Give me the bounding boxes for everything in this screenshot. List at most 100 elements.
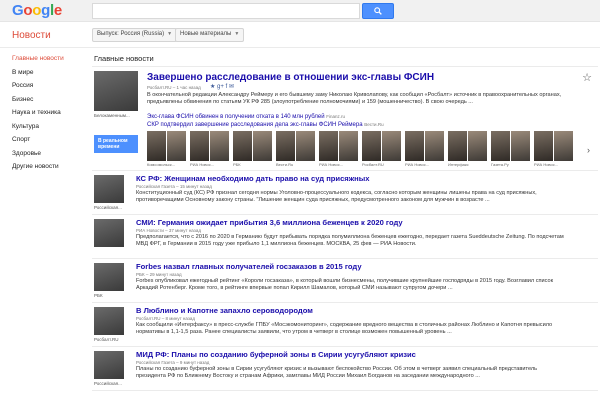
sidebar-item-world[interactable]: В мире: [0, 66, 86, 80]
top-story: Белокаменным... Завершено расследование …: [92, 67, 598, 171]
strip-caption: РИА Новос...: [190, 162, 215, 167]
strip-image[interactable]: [362, 131, 381, 161]
related-link-source: Finanz.ru: [326, 114, 345, 119]
sidebar-item-business[interactable]: Бизнес: [0, 93, 86, 107]
story-snippet: Предполагается, что с 2016 по 2020 в Гер…: [136, 234, 564, 247]
sidebar: Главные новости В мире Россия Бизнес Нау…: [0, 52, 86, 174]
sidebar-item-sport[interactable]: Спорт: [0, 133, 86, 147]
search-button[interactable]: [362, 3, 394, 19]
strip-image[interactable]: [190, 131, 209, 161]
story-title[interactable]: Forbes назвал главных получателей госзак…: [136, 262, 362, 271]
strip-image[interactable]: [511, 131, 530, 161]
related-link-2[interactable]: СКР подтвердил завершение расследования …: [147, 122, 384, 128]
strip-image[interactable]: [339, 131, 358, 161]
top-story-title[interactable]: Завершено расследование в отношении экс-…: [147, 72, 434, 83]
strip-image[interactable]: [425, 131, 444, 161]
story-thumbnail[interactable]: [94, 263, 124, 291]
logo-letter: o: [23, 2, 33, 19]
thumbnail-caption: Белокаменным...: [94, 113, 130, 118]
sidebar-item-other[interactable]: Другие новости: [0, 160, 86, 174]
thumbnail-caption: Российская...: [94, 205, 122, 210]
story-meta: Российская Газета – 15 минут назад: [136, 184, 212, 189]
story-thumbnail[interactable]: [94, 351, 124, 379]
sidebar-item-russia[interactable]: Россия: [0, 79, 86, 93]
sidebar-item-culture[interactable]: Культура: [0, 120, 86, 134]
story-item: Российская... КС РФ: Женщинам необходимо …: [92, 171, 598, 215]
strip-caption: Газета.Ру: [491, 162, 509, 167]
strip-caption: РИА Новос...: [534, 162, 559, 167]
strip-image[interactable]: [382, 131, 401, 161]
realtime-button[interactable]: В реальном времени: [94, 135, 138, 153]
strip-image[interactable]: [147, 131, 166, 161]
strip-caption: Росбалт.RU: [362, 162, 384, 167]
related-link-1[interactable]: Экс-глава ФСИН обвинен в получении откат…: [147, 114, 345, 120]
sub-bar: Новости Выпуск: Россия (Russia) ▼ Новые м…: [0, 22, 600, 48]
story-item: Российская... МИД РФ: Планы по созданию б…: [92, 347, 598, 391]
logo-letter: o: [32, 2, 42, 19]
strip-caption: Интерфакс: [448, 162, 469, 167]
related-link-text: Экс-глава ФСИН обвинен в получении откат…: [147, 114, 325, 120]
strip-image[interactable]: [253, 131, 272, 161]
edition-label: Выпуск: Россия (Russia): [97, 31, 165, 37]
story-thumbnail[interactable]: [94, 307, 124, 335]
strip-image[interactable]: [319, 131, 338, 161]
story-snippet: Конституционный суд (КС) РФ признал сего…: [136, 190, 537, 203]
logo-letter: g: [41, 2, 50, 19]
top-story-meta: Росбалт.RU – 1 час назад: [147, 85, 201, 90]
new-materials-label: Новые материалы: [180, 31, 232, 37]
logo-letter: G: [12, 2, 24, 19]
story-meta: РИА Новости – 37 минут назад: [136, 228, 201, 233]
thumbnail-caption: Росбалт.RU: [94, 337, 119, 342]
strip-caption: РИА Новос...: [405, 162, 430, 167]
star-icon[interactable]: ☆: [582, 71, 592, 84]
logo-letter: e: [53, 2, 62, 19]
story-thumbnail[interactable]: [94, 219, 124, 247]
sidebar-item-health[interactable]: Здоровье: [0, 147, 86, 161]
story-title[interactable]: МИД РФ: Планы по созданию буферной зоны …: [136, 350, 416, 359]
story-item: РБК Forbes назвал главных получателей гос…: [92, 259, 598, 303]
strip-caption: Комсомольск...: [147, 162, 175, 167]
thumbnail-caption: Российская...: [94, 381, 122, 386]
section-title[interactable]: Новости: [12, 30, 51, 41]
strip-image[interactable]: [534, 131, 553, 161]
search-icon: [374, 7, 382, 15]
strip-image[interactable]: [210, 131, 229, 161]
sidebar-item-scitech[interactable]: Наука и техника: [0, 106, 86, 120]
story-list: Российская... КС РФ: Женщинам необходимо …: [92, 171, 598, 391]
new-materials-dropdown[interactable]: Новые материалы ▼: [175, 28, 245, 42]
story-meta: Российская Газета – 9 минут назад: [136, 360, 210, 365]
strip-image[interactable]: [554, 131, 573, 161]
chevron-down-icon: ▼: [167, 31, 173, 37]
story-item: СМИ: Германия ожидает прибытия 3,6 милли…: [92, 215, 598, 259]
strip-caption: РБК: [233, 162, 241, 167]
strip-image[interactable]: [233, 131, 252, 161]
story-meta: РБК – 29 минут назад: [136, 272, 182, 277]
strip-image[interactable]: [405, 131, 424, 161]
related-link-source: Вести.Ru: [364, 122, 384, 127]
story-meta: Росбалт.RU – 8 минут назад: [136, 316, 196, 321]
main-content: Главные новости Белокаменным... Завершен…: [92, 48, 598, 391]
strip-image[interactable]: [491, 131, 510, 161]
story-title[interactable]: КС РФ: Женщинам необходимо дать право на…: [136, 174, 369, 183]
image-strip: Комсомольск... РИА Новос... РБК Вести.Ru РИА…: [147, 131, 577, 169]
top-story-thumbnail[interactable]: [94, 71, 138, 111]
strip-image[interactable]: [167, 131, 186, 161]
chevron-down-icon: ▼: [234, 31, 240, 37]
story-title[interactable]: В Люблино и Капотне запахло сероводородо…: [136, 306, 313, 315]
share-icons[interactable]: ★ g+ f ✉: [210, 83, 234, 90]
main-heading: Главные новости: [92, 48, 598, 67]
strip-caption: РИА Новос...: [319, 162, 344, 167]
search-input[interactable]: [92, 3, 360, 19]
related-link-text: СКР подтвердил завершение расследования …: [147, 122, 363, 128]
edition-dropdown[interactable]: Выпуск: Россия (Russia) ▼: [92, 28, 178, 42]
strip-image[interactable]: [296, 131, 315, 161]
google-logo[interactable]: Google: [12, 2, 62, 19]
story-snippet: Как сообщили «Интерфаксу» в пресс-службе…: [136, 322, 553, 335]
chevron-right-icon[interactable]: ›: [587, 145, 590, 155]
strip-image[interactable]: [276, 131, 295, 161]
strip-image[interactable]: [468, 131, 487, 161]
story-thumbnail[interactable]: [94, 175, 124, 203]
story-title[interactable]: СМИ: Германия ожидает прибытия 3,6 милли…: [136, 218, 403, 227]
strip-image[interactable]: [448, 131, 467, 161]
sidebar-item-top[interactable]: Главные новости: [0, 52, 86, 66]
